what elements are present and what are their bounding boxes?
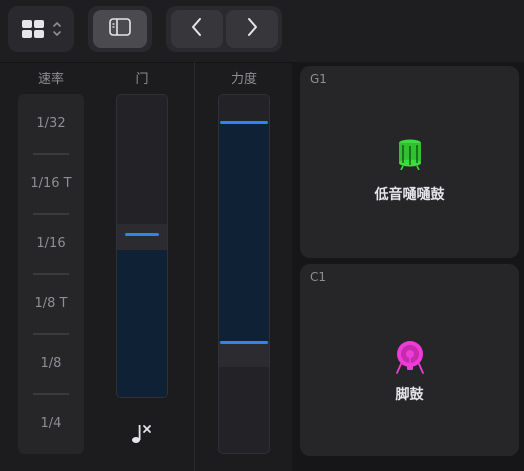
note-clear-icon[interactable] xyxy=(130,422,154,450)
gate-label: 门 xyxy=(135,72,149,87)
velocity-min-handle[interactable] xyxy=(219,340,269,367)
velocity-range-fill xyxy=(219,121,269,341)
drum-pad-c1[interactable]: C1 脚鼓 xyxy=(300,264,519,456)
rate-option[interactable]: 1/32 xyxy=(18,116,84,131)
rate-divider xyxy=(33,213,69,215)
previous-button[interactable] xyxy=(171,10,223,48)
pad-name: 低音嗵嗵鼓 xyxy=(374,187,445,203)
rate-option[interactable]: 1/4 xyxy=(18,416,84,431)
navigation-group xyxy=(166,6,282,52)
pad-note-label: C1 xyxy=(310,270,327,284)
gate-slider[interactable] xyxy=(116,94,168,398)
rate-divider xyxy=(33,153,69,155)
next-button[interactable] xyxy=(226,10,278,48)
rate-divider xyxy=(33,333,69,335)
velocity-min-line xyxy=(220,340,268,344)
velocity-label: 力度 xyxy=(230,72,257,87)
rate-divider xyxy=(33,393,69,395)
rate-label: 速率 xyxy=(37,72,64,87)
chevron-up-down-icon xyxy=(52,20,62,42)
sidebar-toggle-group xyxy=(88,6,152,52)
chevron-left-icon xyxy=(191,17,203,41)
toolbar xyxy=(0,0,524,62)
grid-layout-icon xyxy=(22,20,44,42)
velocity-slider[interactable] xyxy=(218,94,270,454)
gate-fill xyxy=(117,234,167,397)
pad-note-label: G1 xyxy=(310,72,327,86)
rate-option[interactable]: 1/16 xyxy=(18,236,84,251)
gate-handle-line xyxy=(125,233,159,236)
rate-option[interactable]: 1/16 T xyxy=(18,176,84,191)
velocity-max-handle[interactable] xyxy=(220,121,268,124)
layout-picker[interactable] xyxy=(8,6,74,52)
chevron-right-icon xyxy=(246,17,258,41)
sidebar-toggle-icon xyxy=(109,18,131,40)
drum-pad-g1[interactable]: G1 低音嗵嗵鼓 xyxy=(300,66,519,258)
rate-divider xyxy=(33,273,69,275)
rate-selector[interactable]: 1/32 1/16 T 1/16 1/8 T 1/8 1/4 xyxy=(18,94,84,454)
rate-option[interactable]: 1/8 xyxy=(18,356,84,371)
sidebar-toggle-button[interactable] xyxy=(93,10,147,48)
gate-handle[interactable] xyxy=(117,224,167,250)
pad-name: 脚鼓 xyxy=(395,387,424,403)
rate-option[interactable]: 1/8 T xyxy=(18,296,84,311)
tom-drum-icon xyxy=(397,138,423,174)
kick-drum-icon xyxy=(395,340,425,378)
column-separator xyxy=(194,62,195,471)
